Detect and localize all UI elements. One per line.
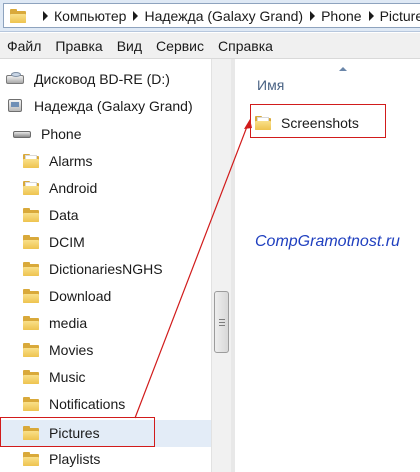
nav-folder-movies[interactable]: Movies	[23, 337, 233, 363]
nav-folder-label: Alarms	[49, 153, 93, 169]
nav-folder-data[interactable]: Data	[23, 202, 233, 228]
nav-item-bd-drive[interactable]: Дисковод BD-RE (D:)	[6, 66, 216, 92]
nav-item-label: Phone	[41, 126, 82, 142]
navigation-pane: Дисковод BD-RE (D:) Надежда (Galaxy Gran…	[0, 59, 231, 472]
menu-help[interactable]: Справка	[211, 38, 280, 54]
menu-bar: Файл Правка Вид Сервис Справка	[0, 33, 420, 59]
folder-icon	[23, 154, 39, 168]
nav-folder-media[interactable]: media	[23, 310, 233, 336]
folder-icon	[10, 8, 26, 23]
nav-folder-label: DictionariesNGHS	[49, 261, 163, 277]
nav-folder-label: Notifications	[49, 396, 126, 412]
scrollbar-thumb[interactable]	[214, 291, 229, 353]
folder-icon	[23, 181, 39, 195]
breadcrumb-arrow-icon[interactable]	[43, 10, 48, 21]
annotation-box-screenshots	[250, 104, 386, 138]
nav-folder-label: Android	[49, 180, 98, 196]
nav-folder-alarms[interactable]: Alarms	[23, 148, 233, 174]
drive-icon	[6, 72, 26, 86]
nav-item-phone[interactable]: Phone	[12, 121, 222, 147]
sort-ascending-icon	[339, 67, 347, 71]
nav-folder-label: Playlists	[49, 451, 101, 467]
folder-icon	[23, 452, 39, 466]
nav-folder-label: DCIM	[49, 234, 85, 250]
menu-view[interactable]: Вид	[110, 38, 149, 54]
nav-folder-label: media	[49, 315, 88, 331]
nav-item-label: Надежда (Galaxy Grand)	[34, 98, 193, 114]
nav-folder-label: Download	[49, 288, 112, 304]
nav-item-galaxy-grand[interactable]: Надежда (Galaxy Grand)	[6, 93, 216, 119]
column-header-name[interactable]: Имя	[257, 77, 284, 93]
folder-icon	[23, 397, 39, 411]
nav-folder-label: Data	[49, 207, 79, 223]
menu-file[interactable]: Файл	[0, 38, 48, 54]
folder-icon	[23, 262, 39, 276]
address-bar: Компьютер Надежда (Galaxy Grand) Phone P…	[0, 0, 420, 32]
menu-edit[interactable]: Правка	[48, 38, 109, 54]
nav-folder-download[interactable]: Download	[23, 283, 233, 309]
nav-folder-music[interactable]: Music	[23, 364, 233, 390]
nav-scrollbar[interactable]	[211, 59, 231, 472]
nav-folder-notifications[interactable]: Notifications	[23, 391, 233, 417]
folder-icon	[23, 343, 39, 357]
phone-storage-icon	[12, 127, 34, 141]
folder-icon	[23, 316, 39, 330]
folder-icon	[23, 208, 39, 222]
watermark-text: CompGramotnost.ru	[255, 233, 400, 250]
breadcrumb-pictures[interactable]: Pictures	[380, 8, 420, 24]
breadcrumb-arrow-icon[interactable]	[133, 10, 139, 21]
nav-folder-android[interactable]: Android	[23, 175, 233, 201]
breadcrumb-arrow-icon[interactable]	[310, 10, 316, 21]
folder-icon	[23, 289, 39, 303]
nav-folder-label: Music	[49, 369, 86, 385]
menu-tools[interactable]: Сервис	[149, 38, 211, 54]
nav-item-label: Дисковод BD-RE (D:)	[34, 71, 170, 87]
folder-icon	[23, 370, 39, 384]
folder-icon	[23, 235, 39, 249]
breadcrumb-computer[interactable]: Компьютер	[54, 8, 126, 24]
nav-folder-dcim[interactable]: DCIM	[23, 229, 233, 255]
nav-folder-playlists[interactable]: Playlists	[23, 446, 233, 472]
nav-folder-label: Movies	[49, 342, 94, 358]
phone-device-icon	[6, 98, 26, 114]
nav-folder-dictionariesnghs[interactable]: DictionariesNGHS	[23, 256, 233, 282]
breadcrumb-arrow-icon[interactable]	[368, 10, 374, 21]
breadcrumb-phone[interactable]: Phone	[321, 8, 361, 24]
breadcrumb-device[interactable]: Надежда (Galaxy Grand)	[144, 8, 303, 24]
annotation-box-pictures	[0, 417, 155, 447]
address-field[interactable]: Компьютер Надежда (Galaxy Grand) Phone P…	[3, 3, 420, 28]
